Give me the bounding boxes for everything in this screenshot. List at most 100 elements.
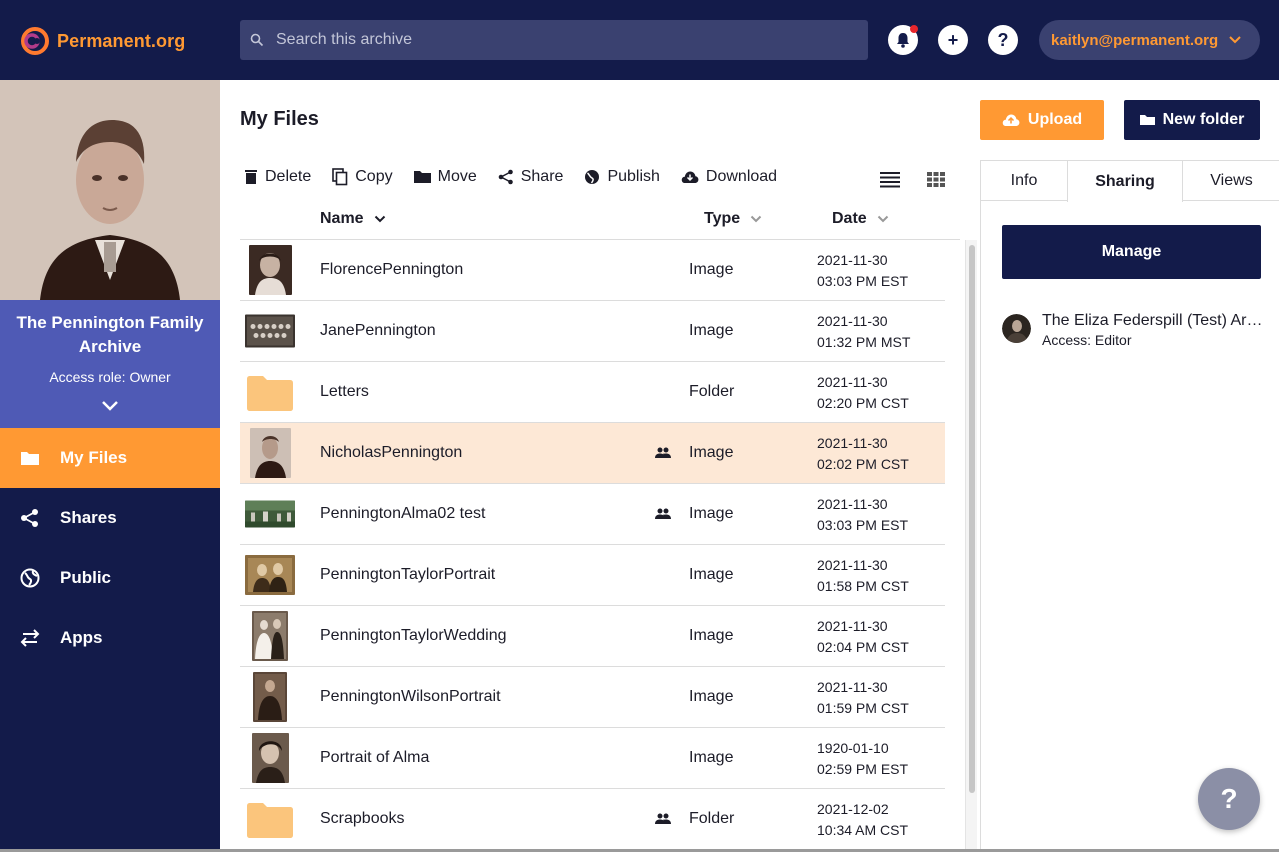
scrollbar[interactable] — [965, 240, 977, 852]
share-icon — [20, 508, 40, 528]
cloud-download-icon — [681, 171, 699, 183]
search-icon — [250, 33, 264, 47]
avatar — [1002, 314, 1031, 343]
folder-icon — [247, 376, 293, 411]
image-thumbnail — [245, 555, 295, 595]
file-name: Scrapbooks — [320, 810, 405, 827]
column-header-type[interactable]: Type — [704, 210, 762, 228]
manage-label: Manage — [1101, 243, 1162, 260]
file-date: 2021-12-02 10:34 AM CST — [817, 801, 909, 838]
file-name: Portrait of Alma — [320, 749, 430, 766]
file-row[interactable]: Portrait of Alma Image 1920-01-10 02:59 P… — [240, 728, 945, 789]
file-type: Folder — [689, 810, 735, 827]
tab-views[interactable]: Views — [1183, 161, 1279, 201]
file-type: Image — [689, 627, 734, 644]
account-menu[interactable]: kaitlyn@permanent.org — [1039, 20, 1260, 60]
copy-button[interactable]: Copy — [332, 168, 393, 186]
trash-icon — [245, 170, 257, 184]
file-type: Image — [689, 566, 734, 583]
file-date: 1920-01-10 02:59 PM EST — [817, 740, 909, 777]
add-button[interactable]: + — [938, 25, 968, 55]
image-thumbnail — [250, 428, 291, 478]
tab-sharing[interactable]: Sharing — [1067, 161, 1183, 202]
file-date: 2021-11-30 01:32 PM MST — [817, 313, 911, 350]
file-date: 2021-11-30 02:02 PM CST — [817, 435, 909, 472]
image-thumbnail — [252, 611, 288, 661]
top-bar: Permanent.org + ? kaitlyn@permanent.org — [0, 0, 1279, 80]
file-row[interactable]: PenningtonWilsonPortrait Image 2021-11-3… — [240, 667, 945, 728]
file-row[interactable]: FlorencePennington Image 2021-11-30 03:03… — [240, 240, 945, 301]
scrollbar-thumb[interactable] — [969, 245, 975, 793]
file-list-panel: My Files Delete Copy Move Share Publish … — [220, 80, 980, 852]
file-name: Letters — [320, 383, 369, 400]
file-row[interactable]: PenningtonAlma02 test Image 2021-11-30 03… — [240, 484, 945, 545]
nav-label: Public — [60, 568, 112, 587]
search-input[interactable] — [276, 31, 836, 49]
nav-public[interactable]: Public — [0, 548, 220, 608]
delete-label: Delete — [265, 168, 312, 185]
file-name: PenningtonWilsonPortrait — [320, 688, 501, 705]
account-email: kaitlyn@permanent.org — [1051, 31, 1219, 49]
file-name: PenningtonAlma02 test — [320, 505, 486, 522]
tab-info[interactable]: Info — [981, 161, 1067, 201]
share-archive-name: The Eliza Federspill (Test) Archive — [1042, 312, 1264, 329]
move-button[interactable]: Move — [413, 168, 477, 186]
file-type: Image — [689, 505, 734, 522]
help-button[interactable]: ? — [988, 25, 1018, 55]
chevron-down-icon — [877, 215, 888, 223]
help-chat-button[interactable]: ? — [1198, 768, 1260, 830]
swap-icon — [20, 628, 40, 648]
details-panel: Info Sharing Views Manage The Eliza Fede… — [980, 160, 1279, 852]
file-type: Image — [689, 322, 734, 339]
shared-people-icon — [655, 813, 671, 824]
file-row-selected[interactable]: NicholasPennington Image 2021-11-30 02:02… — [240, 423, 945, 484]
new-folder-button[interactable]: New folder — [1124, 100, 1260, 140]
permanent-logo-icon — [21, 27, 49, 55]
nav-apps[interactable]: Apps — [0, 608, 220, 668]
chevron-down-icon — [1229, 36, 1241, 44]
delete-button[interactable]: Delete — [244, 168, 311, 186]
logo-text: Permanent.org — [57, 30, 186, 51]
file-name: JanePennington — [320, 322, 436, 339]
list-view-icon[interactable] — [880, 171, 900, 188]
grid-view-icon[interactable] — [927, 171, 945, 188]
file-type: Image — [689, 261, 734, 278]
file-name: PenningtonTaylorWedding — [320, 627, 507, 644]
file-name: NicholasPennington — [320, 444, 463, 461]
archive-access-role: Access role: Owner — [49, 369, 171, 385]
nav-label: My Files — [60, 448, 128, 467]
chevron-down-icon[interactable] — [100, 399, 120, 413]
file-date: 2021-11-30 01:59 PM CST — [817, 679, 909, 716]
column-header-date[interactable]: Date — [832, 210, 889, 228]
image-thumbnail — [249, 245, 292, 295]
cloud-upload-icon — [1002, 114, 1020, 126]
publish-button[interactable]: Publish — [584, 168, 660, 186]
column-header-name[interactable]: Name — [320, 210, 386, 228]
download-button[interactable]: Download — [681, 168, 777, 186]
share-button[interactable]: Share — [498, 168, 563, 186]
folder-row[interactable]: Letters Folder 2021-11-30 02:20 PM CST — [240, 362, 945, 423]
publish-label: Publish — [607, 168, 660, 185]
search-bar[interactable] — [240, 20, 868, 60]
shared-people-icon — [655, 508, 671, 519]
manage-sharing-button[interactable]: Manage — [1002, 225, 1261, 279]
notifications-button[interactable] — [888, 25, 918, 55]
nav-label: Shares — [60, 508, 117, 527]
folder-row[interactable]: Scrapbooks Folder 2021-12-02 10:34 AM CST — [240, 789, 945, 850]
file-row[interactable]: PenningtonTaylorPortrait Image 2021-11-3… — [240, 545, 945, 606]
copy-label: Copy — [355, 168, 393, 185]
archive-switcher[interactable]: The Pennington Family Archive Access rol… — [0, 300, 220, 428]
help-icon: ? — [997, 29, 1009, 50]
logo[interactable]: Permanent.org — [20, 26, 185, 56]
nav-my-files[interactable]: My Files — [0, 428, 220, 488]
column-name-label: Name — [320, 210, 364, 227]
file-row[interactable]: JanePennington Image 2021-11-30 01:32 PM … — [240, 301, 945, 362]
nav-shares[interactable]: Shares — [0, 488, 220, 548]
folder-icon — [20, 448, 40, 468]
file-type: Image — [689, 749, 734, 766]
upload-button[interactable]: Upload — [980, 100, 1104, 140]
move-label: Move — [437, 168, 477, 185]
page-title: My Files — [240, 108, 319, 130]
file-row[interactable]: PenningtonTaylorWedding Image 2021-11-30… — [240, 606, 945, 667]
file-date: 2021-11-30 02:20 PM CST — [817, 374, 909, 411]
